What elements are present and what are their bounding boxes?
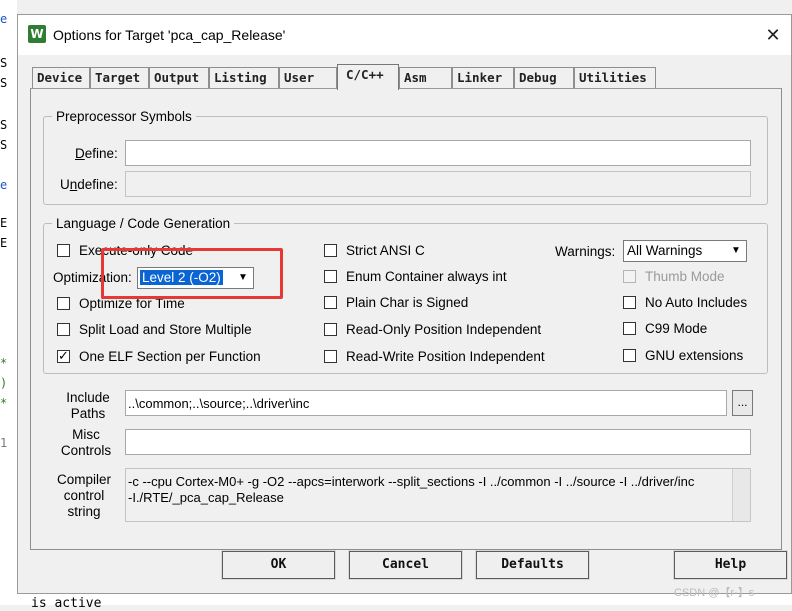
misc-controls-label: Misc Controls (60, 427, 112, 459)
compiler-control-label-line2: control (63, 488, 105, 503)
one-elf-section-checkbox[interactable]: One ELF Section per Function (57, 348, 261, 364)
misc-controls-input[interactable] (125, 429, 751, 455)
include-paths-label-line2: Paths (70, 406, 106, 421)
misc-controls-label-line1: Misc (72, 427, 100, 442)
tab-output[interactable]: Output (149, 67, 209, 88)
language-legend: Language / Code Generation (56, 216, 231, 231)
bg-code-fragment: 1 (0, 436, 8, 450)
ro-position-independent-label: Read-Only Position Independent (346, 322, 542, 337)
chevron-down-icon: ▼ (731, 245, 741, 256)
dialog-title: Options for Target 'pca_cap_Release' (53, 27, 286, 43)
enum-container-label: Enum Container always int (346, 269, 507, 284)
compiler-control-text: -c --cpu Cortex-M0+ -g -O2 --apcs=interw… (128, 474, 694, 506)
bg-code-fragment: S (0, 56, 8, 70)
warnings-select[interactable]: All Warnings ▼ (623, 240, 747, 262)
bg-code-fragment: ) (0, 376, 8, 390)
tab-asm[interactable]: Asm (399, 67, 452, 88)
tab-debug[interactable]: Debug (514, 67, 574, 88)
bg-code-fragment: e (0, 178, 8, 192)
compiler-control-line2: -I./RTE/_pca_cap_Release (128, 490, 284, 505)
gnu-extensions-label: GNU extensions (645, 348, 744, 363)
tab-c-cpp[interactable]: C/C++ (337, 64, 399, 90)
background-editor: e S S S S e E E * ) * 1 (0, 0, 17, 605)
compiler-control-line1: -c --cpu Cortex-M0+ -g -O2 --apcs=interw… (128, 474, 695, 489)
cancel-button[interactable]: Cancel (348, 550, 463, 580)
rw-position-independent-label: Read-Write Position Independent (346, 349, 545, 364)
bg-code-fragment: E (0, 236, 8, 250)
include-paths-label: Include Paths (66, 390, 110, 422)
warnings-value: All Warnings (627, 243, 703, 258)
ok-button[interactable]: OK (221, 550, 336, 580)
defaults-button[interactable]: Defaults (475, 550, 590, 580)
keil-app-icon: W (28, 25, 46, 43)
compiler-control-scrollbar[interactable] (732, 469, 750, 521)
include-paths-label-line1: Include (66, 390, 110, 405)
define-input[interactable] (125, 140, 751, 166)
bg-code-fragment: * (0, 396, 8, 410)
warnings-label: Warnings: (555, 244, 616, 259)
close-icon[interactable]: ✕ (760, 24, 786, 48)
watermark: CSDN @【r·】s (674, 587, 755, 599)
preprocessor-legend: Preprocessor Symbols (56, 109, 192, 124)
misc-controls-label-line2: Controls (60, 443, 112, 458)
checkbox-box (623, 270, 636, 283)
include-paths-value: ..\common;..\source;..\driver\inc (128, 396, 310, 411)
bg-code-fragment: S (0, 138, 8, 152)
undefine-input[interactable] (125, 171, 751, 197)
ro-position-independent-checkbox[interactable]: Read-Only Position Independent (324, 322, 541, 337)
checkbox-box (623, 349, 636, 362)
help-button[interactable]: Help (673, 550, 788, 580)
checkbox-box (324, 323, 337, 336)
one-elf-section-label: One ELF Section per Function (79, 349, 261, 364)
checkbox-box (324, 350, 337, 363)
checkbox-box (324, 270, 337, 283)
strict-ansi-c-label: Strict ANSI C (346, 243, 425, 258)
tab-device[interactable]: Device (32, 67, 90, 88)
bg-code-fragment: E (0, 216, 8, 230)
highlight-annotation (101, 248, 283, 299)
checkbox-box (324, 296, 337, 309)
plain-char-signed-label: Plain Char is Signed (346, 295, 469, 310)
tab-listing[interactable]: Listing (209, 67, 279, 88)
no-auto-includes-label: No Auto Includes (645, 295, 748, 310)
c99-mode-label: C99 Mode (645, 321, 708, 336)
tab-utilities[interactable]: Utilities (574, 67, 656, 88)
gnu-extensions-checkbox[interactable]: GNU extensions (623, 348, 743, 363)
rw-position-independent-checkbox[interactable]: Read-Write Position Independent (324, 349, 545, 364)
include-paths-input[interactable]: ..\common;..\source;..\driver\inc (125, 390, 727, 416)
checkbox-box-checked (57, 348, 70, 364)
include-paths-browse-button[interactable]: ... (732, 390, 753, 416)
tab-user[interactable]: User (279, 67, 337, 88)
no-auto-includes-checkbox[interactable]: No Auto Includes (623, 295, 747, 310)
tab-linker[interactable]: Linker (452, 67, 514, 88)
background-status-text: is active (31, 596, 102, 611)
title-bar: W Options for Target 'pca_cap_Release' ✕ (18, 15, 791, 55)
thumb-mode-label: Thumb Mode (645, 269, 725, 284)
c99-mode-checkbox[interactable]: C99 Mode (623, 321, 707, 336)
bg-code-fragment: S (0, 118, 8, 132)
split-load-store-label: Split Load and Store Multiple (79, 322, 252, 337)
bg-code-fragment: e (0, 12, 8, 26)
tab-target[interactable]: Target (90, 67, 149, 88)
checkbox-box (324, 244, 337, 257)
compiler-control-label-line3: string (67, 504, 101, 519)
checkbox-box (57, 323, 70, 336)
define-label: Define: (75, 146, 118, 161)
compiler-control-label-line1: Compiler (56, 472, 111, 487)
compiler-control-string: -c --cpu Cortex-M0+ -g -O2 --apcs=interw… (125, 468, 751, 522)
bg-code-fragment: * (0, 356, 8, 370)
checkbox-box (57, 244, 70, 257)
split-load-store-checkbox[interactable]: Split Load and Store Multiple (57, 322, 252, 337)
checkbox-box (57, 297, 70, 310)
thumb-mode-checkbox: Thumb Mode (623, 269, 725, 284)
undefine-label: Undefine: (60, 177, 118, 192)
checkbox-box (623, 296, 636, 309)
plain-char-signed-checkbox[interactable]: Plain Char is Signed (324, 295, 468, 310)
compiler-control-label: Compiler control string (56, 472, 112, 520)
checkbox-box (623, 322, 636, 335)
enum-container-checkbox[interactable]: Enum Container always int (324, 269, 507, 284)
strict-ansi-c-checkbox[interactable]: Strict ANSI C (324, 243, 425, 258)
bg-code-fragment: S (0, 76, 8, 90)
